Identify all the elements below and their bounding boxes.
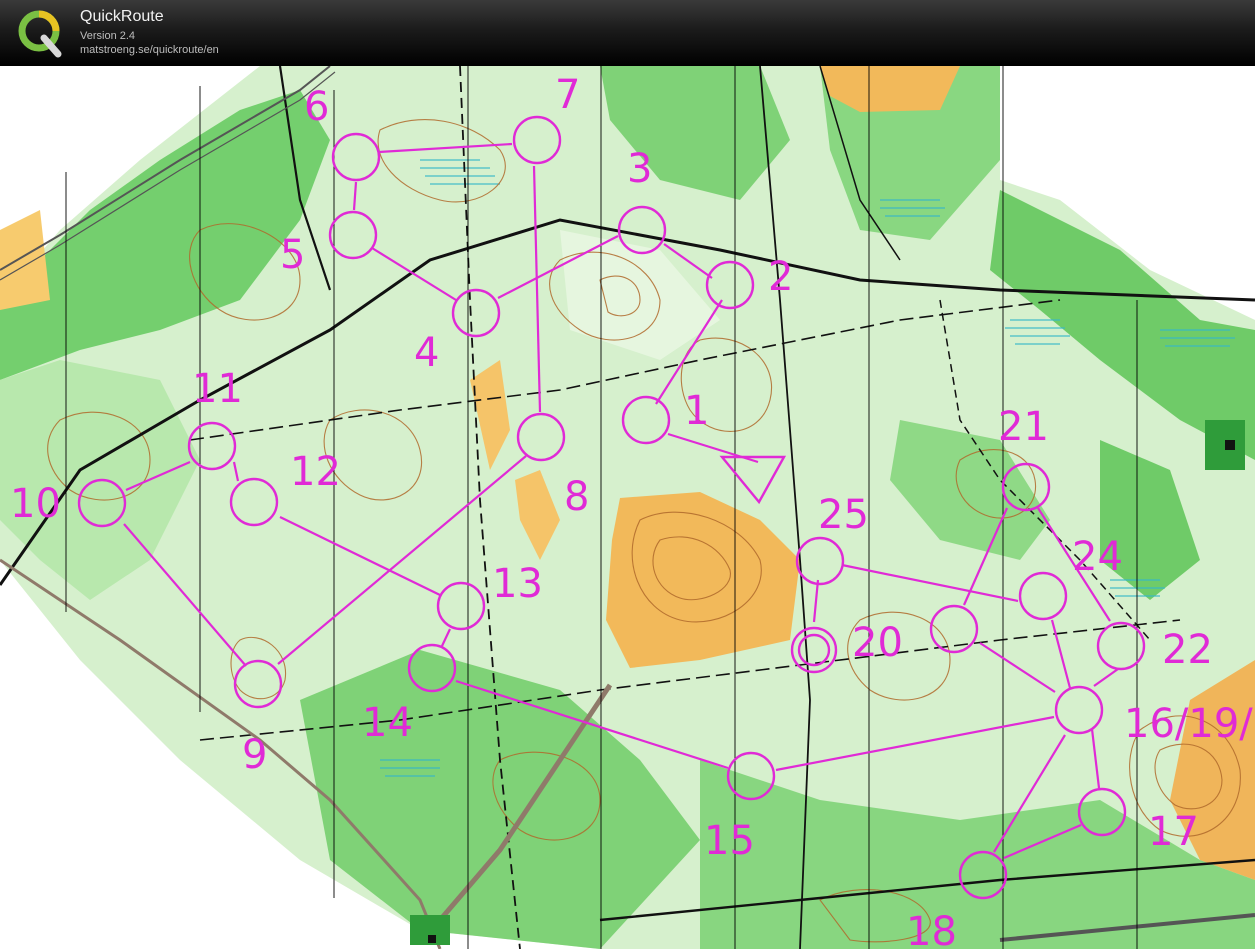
app-version: Version 2.4: [80, 30, 136, 42]
control-number: 21: [998, 404, 1049, 450]
control-number: 13: [492, 561, 543, 607]
title-bar: QuickRoute Version 2.4 matstroeng.se/qui…: [0, 0, 1255, 66]
control-number: 12: [290, 449, 341, 495]
control-number: 14: [362, 700, 413, 746]
control-number: 7: [555, 72, 580, 118]
control-number: 6: [304, 84, 329, 130]
control-number: 22: [1162, 627, 1213, 673]
orienteering-map[interactable]: 1 2 3 4 5 6 7 8 9 10 11 12 13 14 15 16/1…: [0, 66, 1255, 949]
control-number: 2: [768, 254, 793, 300]
control-number: 18: [906, 909, 957, 949]
control-number: 17: [1148, 809, 1199, 855]
control-number: 8: [564, 474, 589, 520]
app-title: QuickRoute: [80, 8, 164, 25]
control-number: 9: [242, 732, 267, 778]
control-number: 10: [10, 481, 61, 527]
control-number: 1: [684, 388, 709, 434]
control-number: 25: [818, 492, 869, 538]
control-number: 4: [414, 330, 439, 376]
control-number: 3: [627, 146, 652, 192]
control-number: 15: [704, 818, 755, 864]
quickroute-logo-icon: [18, 10, 62, 58]
control-number: 11: [192, 366, 243, 412]
control-number: 16/19/: [1124, 701, 1253, 747]
control-number: 5: [280, 232, 305, 278]
app-url[interactable]: matstroeng.se/quickroute/en: [80, 44, 219, 56]
control-number: 24: [1072, 534, 1123, 580]
control-number: 20: [852, 620, 903, 666]
